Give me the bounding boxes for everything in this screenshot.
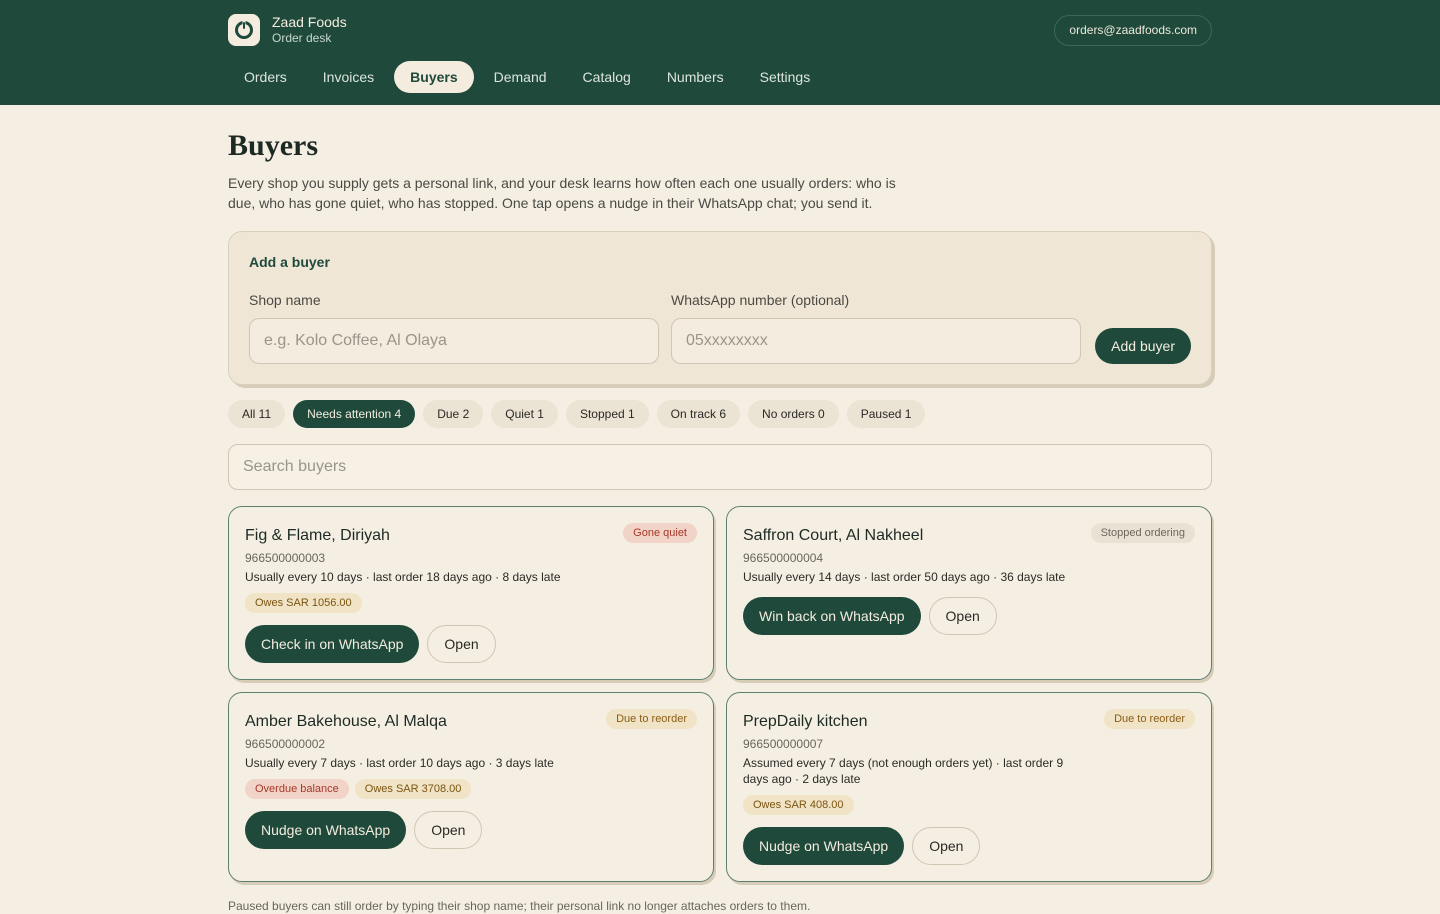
buyer-order-cadence: Assumed every 7 days (not enough orders … [743, 756, 1064, 786]
filter-chip[interactable]: Stopped 1 [565, 400, 649, 428]
buyer-phone: 966500000003 [245, 551, 326, 565]
add-buyer-title: Add a buyer [249, 254, 330, 270]
balance-badges: Owes SAR 1056.00 [245, 593, 697, 613]
add-buyer-button[interactable]: Add buyer [1095, 328, 1191, 364]
nav-tab-demand[interactable]: Demand [478, 61, 563, 93]
whatsapp-nudge-button[interactable]: Nudge on WhatsApp [245, 811, 407, 849]
filter-chip[interactable]: Needs attention 4 [293, 400, 416, 428]
filter-chip[interactable]: All 11 [228, 400, 286, 428]
status-badge: Stopped ordering [1090, 523, 1195, 543]
brand-subtitle: Order desk [272, 31, 332, 45]
open-buyer-button[interactable]: Open [928, 597, 997, 635]
buyer-card: PrepDaily kitchen 966500000007 Assumed eve… [726, 692, 1212, 882]
overdue-badge: Overdue balance [245, 779, 349, 799]
card-actions: Win back on WhatsApp Open [743, 597, 1195, 635]
buyer-order-cadence: Usually every 7 days · last order 10 day… [245, 756, 554, 770]
whatsapp-nudge-button[interactable]: Win back on WhatsApp [743, 597, 921, 635]
card-actions: Nudge on WhatsApp Open [245, 811, 697, 849]
nav-tab-invoices[interactable]: Invoices [307, 61, 390, 93]
shop-name-input[interactable] [249, 318, 659, 364]
owes-badge: Owes SAR 408.00 [743, 795, 854, 815]
paused-footnote: Paused buyers can still order by typing … [228, 899, 811, 913]
buyer-card: Saffron Court, Al Nakheel 966500000004 Usu… [726, 506, 1212, 680]
top-bar: Zaad Foods Order desk orders@zaadfoods.c… [0, 0, 1440, 105]
account-email-button[interactable]: orders@zaadfoods.com [1054, 15, 1212, 46]
whatsapp-number-input[interactable] [671, 318, 1081, 364]
buyer-card: Fig & Flame, Diriyah 966500000003 Usually … [228, 506, 714, 680]
owes-badge: Owes SAR 3708.00 [354, 779, 472, 799]
whatsapp-number-label: WhatsApp number (optional) [671, 292, 850, 308]
nav-tab-catalog[interactable]: Catalog [567, 61, 647, 93]
main-content: Buyers Every shop you supply gets a pers… [228, 105, 1212, 914]
owes-badge: Owes SAR 1056.00 [245, 593, 362, 613]
buyer-phone: 966500000004 [743, 551, 824, 565]
buyer-grid: Fig & Flame, Diriyah 966500000003 Usually … [228, 506, 1212, 882]
whatsapp-nudge-button[interactable]: Nudge on WhatsApp [743, 827, 905, 865]
buyer-order-cadence: Usually every 10 days · last order 18 da… [245, 570, 561, 584]
page-title: Buyers [228, 129, 318, 162]
buyer-phone: 966500000007 [743, 737, 824, 751]
card-actions: Nudge on WhatsApp Open [743, 827, 1195, 865]
open-buyer-button[interactable]: Open [912, 827, 981, 865]
filter-chip[interactable]: On track 6 [656, 400, 741, 428]
main-nav: Orders Invoices Buyers Demand Catalog Numbers… [228, 61, 830, 93]
power-ring-icon [228, 14, 260, 46]
buyer-phone: 966500000002 [245, 737, 326, 751]
brand[interactable]: Zaad Foods Order desk [228, 14, 347, 46]
open-buyer-button[interactable]: Open [427, 625, 496, 663]
status-badge: Due to reorder [606, 709, 697, 729]
nav-tab-numbers[interactable]: Numbers [651, 61, 740, 93]
filter-chip[interactable]: Due 2 [423, 400, 484, 428]
open-buyer-button[interactable]: Open [414, 811, 483, 849]
card-actions: Check in on WhatsApp Open [245, 625, 697, 663]
status-badge: Due to reorder [1104, 709, 1195, 729]
search-input[interactable] [228, 444, 1212, 490]
nav-tab-buyers[interactable]: Buyers [394, 61, 474, 93]
whatsapp-nudge-button[interactable]: Check in on WhatsApp [245, 625, 420, 663]
nav-tab-settings[interactable]: Settings [744, 61, 827, 93]
buyer-card: Amber Bakehouse, Al Malqa 966500000002 Usu… [228, 692, 714, 882]
balance-badges: Owes SAR 408.00 [743, 795, 1195, 815]
nav-tab-orders[interactable]: Orders [228, 61, 303, 93]
filter-chip[interactable]: No orders 0 [748, 400, 839, 428]
balance-badges: Overdue balance Owes SAR 3708.00 [245, 779, 697, 799]
page-description: Every shop you supply gets a personal li… [228, 175, 896, 211]
filter-chips: All 11 Needs attention 4 Due 2 Quiet 1 Stopp… [228, 400, 1212, 428]
add-buyer-card: Add a buyer Shop name WhatsApp number (o… [228, 231, 1212, 385]
buyer-order-cadence: Usually every 14 days · last order 50 da… [743, 570, 1066, 584]
brand-name: Zaad Foods [272, 14, 347, 30]
shop-name-label: Shop name [249, 292, 321, 308]
filter-chip[interactable]: Quiet 1 [491, 400, 558, 428]
status-badge: Gone quiet [623, 523, 697, 543]
filter-chip[interactable]: Paused 1 [846, 400, 926, 428]
